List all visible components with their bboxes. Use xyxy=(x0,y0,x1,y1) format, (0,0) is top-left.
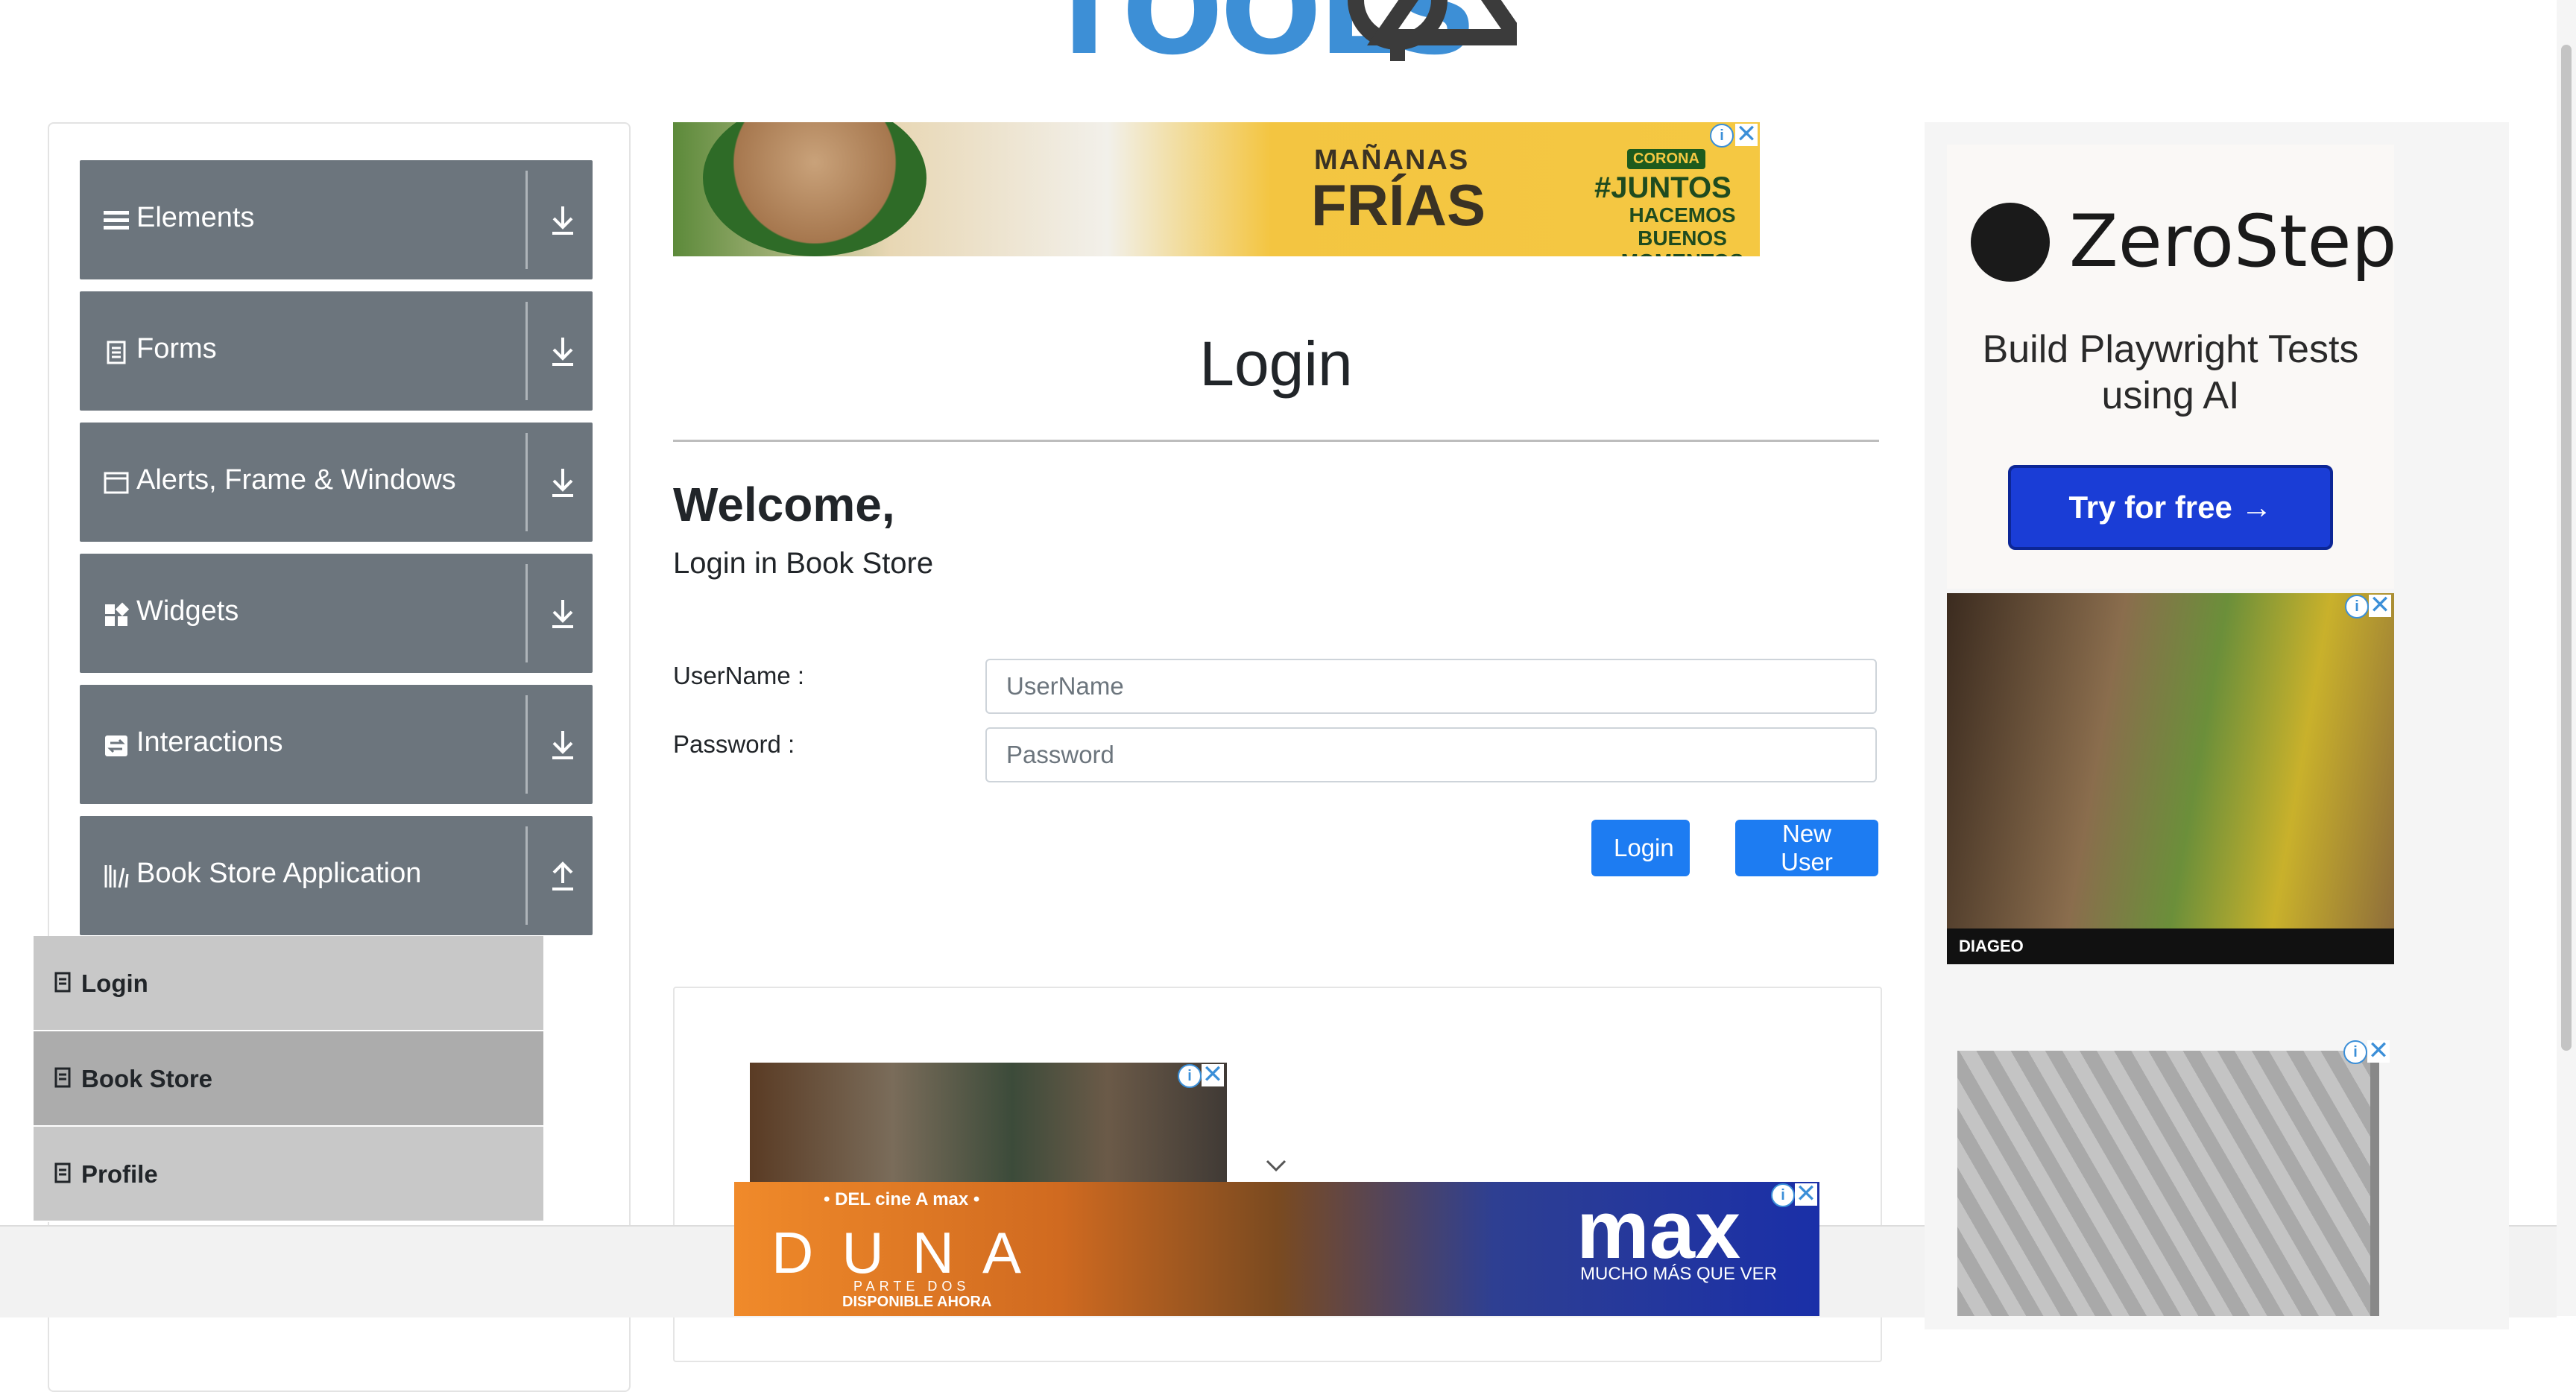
sidebar-group-label: Book Store Application xyxy=(136,858,422,889)
hamburger-icon xyxy=(104,211,129,230)
ad-movie-title: DUNA xyxy=(771,1220,1050,1285)
sidebar-group-elements[interactable]: Elements xyxy=(80,160,593,279)
ad-close-icon[interactable]: ✕ xyxy=(1202,1062,1224,1087)
new-user-button[interactable]: New User xyxy=(1735,820,1878,876)
coffee-cup-image xyxy=(703,122,926,256)
sidebar-group-label: Forms xyxy=(136,333,217,364)
sidebar-item-book-store[interactable]: Book Store xyxy=(34,1031,543,1127)
sidebar-group-interactions[interactable]: Interactions xyxy=(80,685,593,804)
download-arrow-icon[interactable] xyxy=(549,335,576,367)
max-logo: max xyxy=(1576,1184,1741,1276)
download-arrow-icon[interactable] xyxy=(549,597,576,630)
ad-brand-badge: CORONA xyxy=(1627,149,1705,169)
ad-info-icon[interactable]: i xyxy=(1710,124,1734,148)
ad-edge xyxy=(2370,1051,2379,1316)
divider xyxy=(525,695,528,794)
sidebar-group-widgets[interactable]: Widgets xyxy=(80,554,593,673)
books-icon xyxy=(104,865,129,888)
sidebar-group-book-store[interactable]: Book Store Application xyxy=(80,816,593,935)
divider xyxy=(525,171,528,269)
ad-copy: Build Playwright Tests using AI xyxy=(1982,328,2359,417)
window-icon xyxy=(104,472,129,494)
ad-info-icon[interactable]: i xyxy=(2343,1040,2367,1064)
download-arrow-icon[interactable] xyxy=(549,466,576,499)
sidebar-group-label: Widgets xyxy=(136,595,239,627)
ad-close-icon[interactable]: ✕ xyxy=(1735,121,1758,147)
ad-close-icon[interactable]: ✕ xyxy=(2367,1038,2390,1063)
form-icon xyxy=(107,341,126,364)
download-arrow-icon[interactable] xyxy=(549,203,576,236)
widgets-icon xyxy=(105,602,129,626)
ad-pretitle: • DEL cine A max • xyxy=(824,1189,980,1209)
sidebar-item-label: Login xyxy=(81,969,148,997)
download-arrow-icon[interactable] xyxy=(549,728,576,761)
ad-info-icon[interactable]: i xyxy=(1178,1064,1202,1088)
upload-arrow-icon[interactable] xyxy=(549,859,576,892)
ad-movie-subtitle: PARTE DOS xyxy=(853,1279,970,1294)
chevron-down-icon[interactable] xyxy=(1264,1157,1288,1174)
sidebar-item-label: Profile xyxy=(81,1160,158,1188)
sidebar-group-label: Elements xyxy=(136,202,255,233)
scrollbar-thumb[interactable] xyxy=(2561,45,2572,1051)
ad-hashtag: #JUNTOS xyxy=(1594,171,1731,204)
bottom-banner-ad[interactable]: • DEL cine A max • DUNA PARTE DOS DISPON… xyxy=(734,1182,1819,1316)
hex-pattern-ad[interactable] xyxy=(1957,1051,2372,1316)
max-tagline: MUCHO MÁS QUE VER xyxy=(1580,1264,1778,1284)
sidebar-group-label: Interactions xyxy=(136,727,283,758)
fashion-ad-image[interactable] xyxy=(750,1063,1227,1182)
login-subtitle: Login in Book Store xyxy=(673,547,934,580)
ad-brand-name: ZeroStep xyxy=(2069,200,2397,283)
divider xyxy=(525,302,528,400)
file-icon xyxy=(54,1067,71,1088)
ad-sponsor: DIAGEO xyxy=(1947,928,2394,964)
divider xyxy=(673,440,1879,442)
username-input[interactable] xyxy=(985,659,1877,714)
sidebar-item-login[interactable]: Login xyxy=(34,936,543,1031)
file-icon xyxy=(54,972,71,993)
interactions-icon xyxy=(105,735,127,756)
page-title: Login xyxy=(1199,329,1353,399)
zerostep-logo-icon xyxy=(1971,203,2050,282)
zerostep-ad[interactable]: ZeroStep Build Playwright Tests using AI… xyxy=(1947,145,2397,589)
try-for-free-button[interactable]: Try for free → xyxy=(2008,465,2333,550)
ad-availability: DISPONIBLE AHORA xyxy=(842,1294,992,1310)
ad-close-icon[interactable]: ✕ xyxy=(2369,592,2391,618)
username-label: UserName : xyxy=(673,662,805,689)
sidebar-group-label: Alerts, Frame & Windows xyxy=(136,464,456,496)
sidebar-item-profile[interactable]: Profile xyxy=(34,1127,543,1222)
divider xyxy=(525,433,528,531)
sidebar-group-alerts[interactable]: Alerts, Frame & Windows xyxy=(80,423,593,542)
password-input[interactable] xyxy=(985,727,1877,782)
whisky-ad-image[interactable] xyxy=(1947,593,2394,964)
ad-tagline: HACEMOS BUENOS MOMENTOS xyxy=(1621,203,1743,256)
divider xyxy=(525,564,528,662)
top-banner-ad[interactable]: MAÑANAS FRÍAS CORONA #JUNTOS HACEMOS BUE… xyxy=(673,122,1760,256)
file-icon xyxy=(54,1162,71,1183)
qa-gear-icon xyxy=(1348,0,1517,61)
ad-headline-large: FRÍAS xyxy=(1311,172,1486,238)
login-button[interactable]: Login xyxy=(1591,820,1690,876)
sidebar-item-label: Book Store xyxy=(81,1065,213,1092)
welcome-heading: Welcome, xyxy=(673,478,895,531)
ad-close-icon[interactable]: ✕ xyxy=(1795,1181,1817,1206)
password-label: Password : xyxy=(673,730,795,758)
ad-info-icon[interactable]: i xyxy=(2345,595,2369,619)
toolsqa-logo[interactable]: TOOLS xyxy=(1044,0,1521,75)
divider xyxy=(525,826,528,925)
sidebar-group-forms[interactable]: Forms xyxy=(80,291,593,411)
ad-info-icon[interactable]: i xyxy=(1771,1183,1795,1207)
